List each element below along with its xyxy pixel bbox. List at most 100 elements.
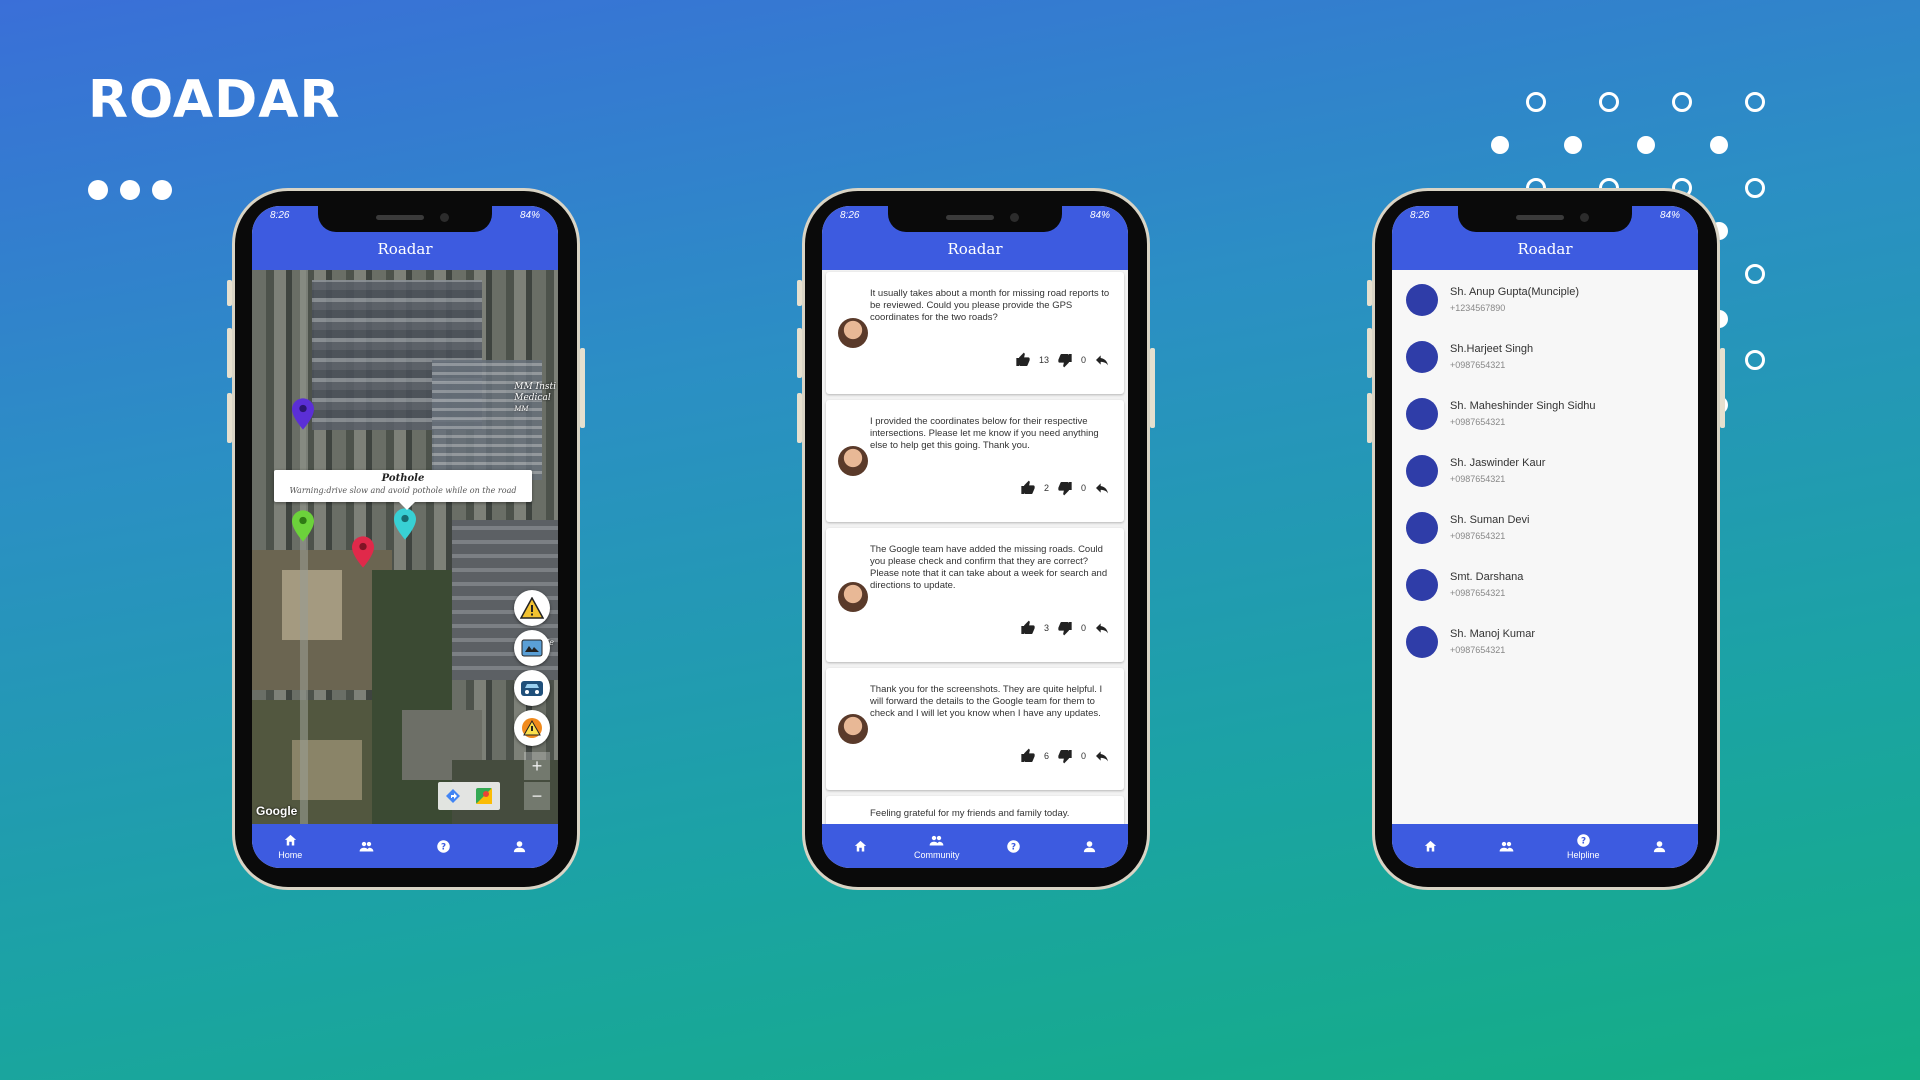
nav-home[interactable]	[1392, 824, 1469, 868]
map-pin-green[interactable]	[292, 510, 314, 542]
app-title: Roadar	[252, 228, 558, 270]
community-post: Feeling grateful for my friends and fami…	[826, 796, 1124, 824]
post-text: Feeling grateful for my friends and fami…	[870, 808, 1070, 819]
like-count: 2	[1043, 483, 1049, 493]
nav-profile[interactable]	[1622, 824, 1699, 868]
reply-icon[interactable]	[1094, 748, 1110, 764]
report-traffic-button[interactable]	[514, 670, 550, 706]
thumbs-up-icon[interactable]	[1020, 748, 1036, 764]
nav-community[interactable]	[1469, 824, 1546, 868]
avatar	[1406, 512, 1438, 544]
thumbs-up-icon[interactable]	[1020, 480, 1036, 496]
post-actions: 13 0	[1015, 352, 1110, 368]
thumbs-down-icon[interactable]	[1057, 352, 1073, 368]
satellite-map[interactable]: MM InstiMedicalMM Me Pothole Warning:dri…	[252, 270, 558, 824]
nav-community[interactable]	[329, 824, 406, 868]
help-icon: ?	[437, 839, 450, 853]
app-title: Roadar	[1392, 228, 1698, 270]
contact-phone: +0987654321	[1450, 474, 1506, 484]
map-pin-cyan[interactable]	[394, 508, 416, 540]
helpline-contact[interactable]: Sh.Harjeet Singh +0987654321	[1392, 329, 1698, 386]
map-pin-purple[interactable]	[292, 398, 314, 430]
helpline-contact[interactable]: Sh. Anup Gupta(Munciple) +1234567890	[1392, 272, 1698, 329]
svg-text:?: ?	[441, 842, 446, 852]
avatar	[1406, 284, 1438, 316]
people-icon	[359, 841, 374, 851]
helpline-contact[interactable]: Sh. Suman Devi +0987654321	[1392, 500, 1698, 557]
avatar	[1406, 398, 1438, 430]
thumbs-down-icon[interactable]	[1057, 480, 1073, 496]
map-place-label: MM Insti Medical MM	[514, 382, 556, 413]
avatar	[1406, 455, 1438, 487]
nav-helpline[interactable]: ?	[975, 824, 1052, 868]
community-post: The Google team have added the missing r…	[826, 528, 1124, 662]
report-hazard-button[interactable]	[514, 710, 550, 746]
car-icon	[521, 681, 543, 696]
status-time: 8:26	[270, 210, 290, 221]
like-count: 3	[1043, 623, 1049, 633]
zoom-out-button[interactable]: −	[524, 782, 550, 810]
thumbs-down-icon[interactable]	[1057, 620, 1073, 636]
report-warning-button[interactable]	[514, 590, 550, 626]
status-battery: 84%	[1659, 210, 1680, 221]
nav-helpline[interactable]: ?	[405, 824, 482, 868]
callout-title: Pothole	[381, 473, 425, 484]
bottom-nav: Home ?	[252, 824, 558, 868]
nav-home[interactable]: Home	[252, 824, 329, 868]
warning-sign-icon	[520, 597, 544, 619]
svg-text:?: ?	[1011, 842, 1016, 852]
contact-name: Smt. Darshana	[1450, 571, 1524, 583]
avatar	[838, 318, 868, 348]
contact-phone: +1234567890	[1450, 303, 1506, 313]
avatar	[1406, 569, 1438, 601]
thumbs-down-icon[interactable]	[1057, 748, 1073, 764]
nav-profile[interactable]	[1052, 824, 1129, 868]
phone-helpline-screen: 8:26 84% Roadar Sh. Anup Gupta(Munciple)…	[1367, 188, 1725, 890]
contact-phone: +0987654321	[1450, 417, 1506, 427]
reply-icon[interactable]	[1094, 620, 1110, 636]
zoom-in-button[interactable]: +	[524, 752, 550, 780]
reply-icon[interactable]	[1094, 480, 1110, 496]
helpline-contact[interactable]: Sh. Maheshinder Singh Sidhu +0987654321	[1392, 386, 1698, 443]
roadwork-icon	[521, 639, 543, 657]
brand-dots	[88, 180, 172, 200]
avatar	[1406, 341, 1438, 373]
nav-helpline[interactable]: ? Helpline	[1545, 824, 1622, 868]
person-icon	[514, 840, 526, 852]
post-text: I provided the coordinates below for the…	[870, 416, 1099, 451]
person-icon	[1654, 840, 1666, 852]
avatar	[1406, 626, 1438, 658]
dislike-count: 0	[1080, 623, 1086, 633]
post-actions: 6 0	[1020, 748, 1110, 764]
helpline-contact[interactable]: Smt. Darshana +0987654321	[1392, 557, 1698, 614]
status-time: 8:26	[1410, 210, 1430, 221]
svg-text:?: ?	[1581, 836, 1586, 846]
home-icon	[1424, 840, 1436, 851]
reply-icon[interactable]	[1094, 352, 1110, 368]
dislike-count: 0	[1080, 355, 1086, 365]
directions-icon[interactable]	[445, 788, 461, 804]
bottom-nav: Community ?	[822, 824, 1128, 868]
pothole-info-callout[interactable]: Pothole Warning:drive slow and avoid pot…	[274, 470, 532, 510]
hazard-icon	[522, 718, 542, 738]
report-roadwork-button[interactable]	[514, 630, 550, 666]
avatar	[838, 582, 868, 612]
home-icon	[854, 840, 866, 851]
thumbs-up-icon[interactable]	[1020, 620, 1036, 636]
status-battery: 84%	[1089, 210, 1110, 221]
nav-profile[interactable]	[482, 824, 559, 868]
thumbs-up-icon[interactable]	[1015, 352, 1031, 368]
map-pin-red[interactable]	[352, 536, 374, 568]
nav-home[interactable]	[822, 824, 899, 868]
nav-community[interactable]: Community	[899, 824, 976, 868]
google-maps-icon[interactable]	[475, 787, 493, 805]
post-actions: 2 0	[1020, 480, 1110, 496]
avatar	[838, 446, 868, 476]
contact-name: Sh. Manoj Kumar	[1450, 628, 1535, 640]
dislike-count: 0	[1080, 751, 1086, 761]
helpline-contact[interactable]: Sh. Manoj Kumar +0987654321	[1392, 614, 1698, 671]
help-icon: ?	[1577, 833, 1590, 847]
helpline-contact[interactable]: Sh. Jaswinder Kaur +0987654321	[1392, 443, 1698, 500]
app-title: Roadar	[822, 228, 1128, 270]
nav-community-label: Community	[913, 849, 960, 860]
